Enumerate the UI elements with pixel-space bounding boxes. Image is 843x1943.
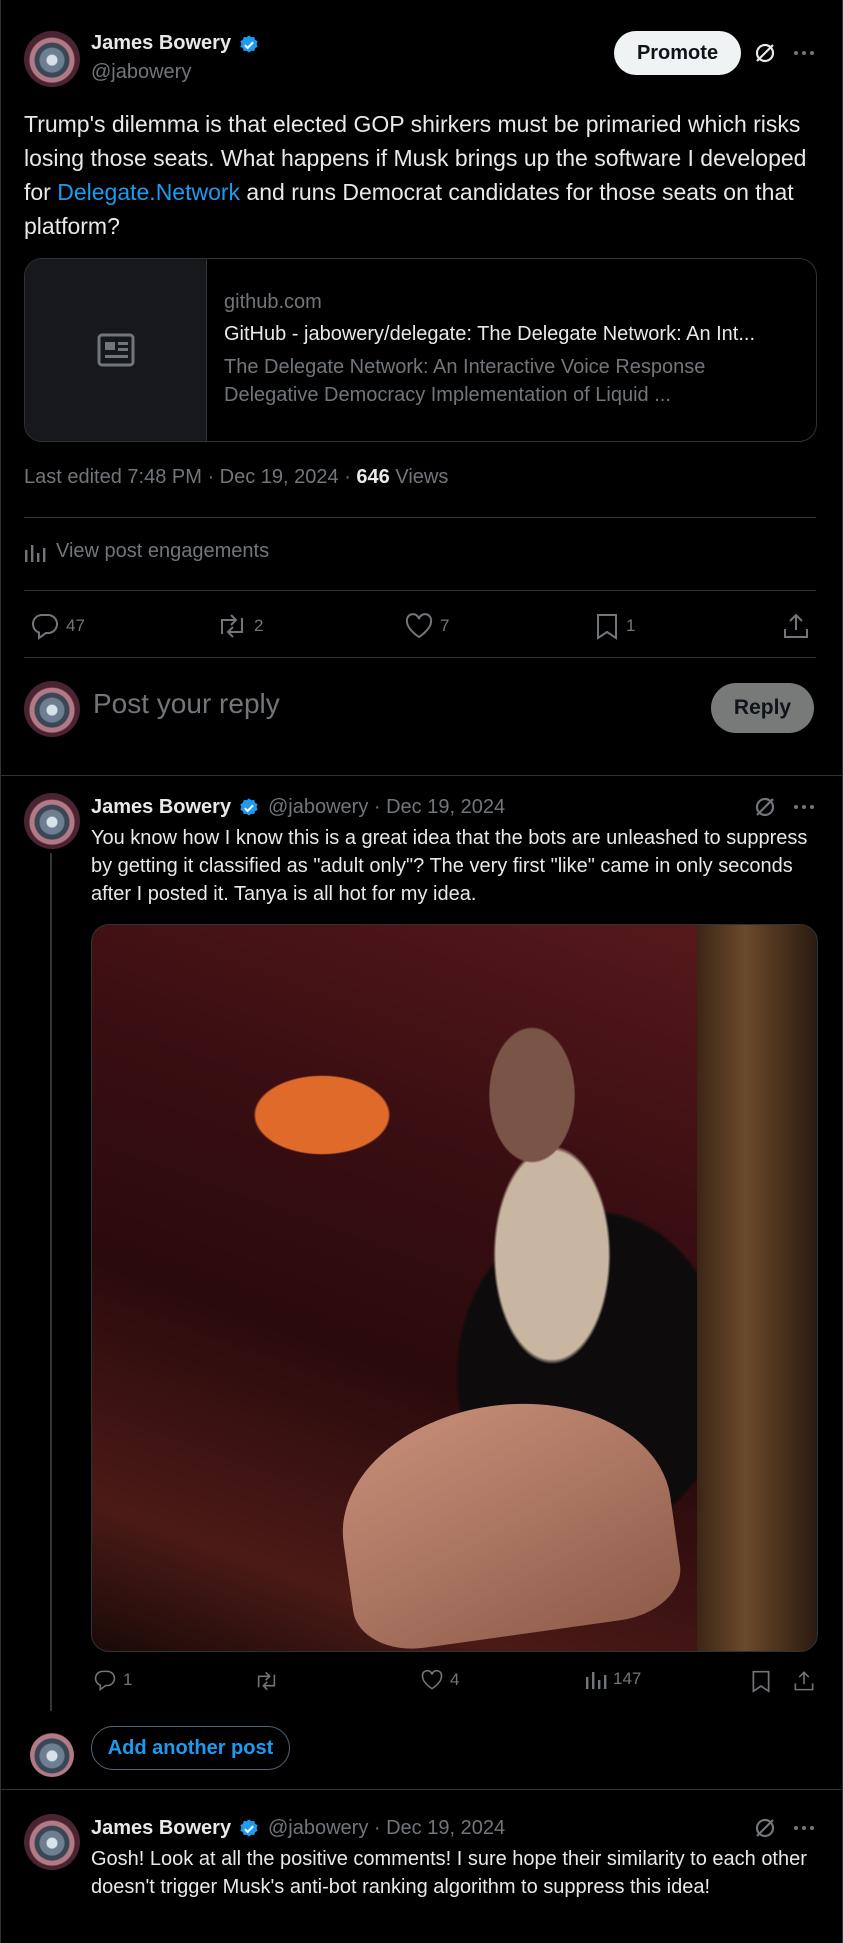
post-meta: Last edited 7:48 PM · Dec 19, 2024 · 646… xyxy=(24,466,449,488)
analytics-icon xyxy=(586,1672,607,1689)
grok-icon[interactable] xyxy=(753,1816,777,1840)
reply-icon xyxy=(94,1670,116,1691)
heart-icon xyxy=(421,1669,443,1690)
handle-and-date[interactable]: @jabowery · Dec 19, 2024 xyxy=(268,796,505,819)
like-action[interactable]: 4 xyxy=(420,1669,459,1691)
view-engagements-link[interactable]: View post engagements xyxy=(24,540,269,563)
divider xyxy=(24,590,816,591)
grok-icon[interactable] xyxy=(753,41,777,65)
bookmark-icon xyxy=(597,614,617,640)
promote-button[interactable]: Promote xyxy=(614,31,741,75)
grok-icon[interactable] xyxy=(753,795,777,819)
photo-background xyxy=(697,925,817,1651)
divider xyxy=(0,1789,843,1790)
more-options-icon[interactable] xyxy=(794,805,814,809)
share-icon[interactable] xyxy=(782,612,810,640)
card-domain: github.com xyxy=(224,291,322,313)
analytics-icon xyxy=(25,544,46,562)
bookmark-action[interactable]: 1 xyxy=(594,612,635,640)
add-another-post-button[interactable]: Add another post xyxy=(91,1726,290,1770)
card-title: GitHub - jabowery/delegate: The Delegate… xyxy=(224,323,756,345)
divider xyxy=(24,657,816,658)
like-action[interactable]: 7 xyxy=(404,612,449,640)
heart-icon xyxy=(405,613,433,639)
verified-badge-icon[interactable] xyxy=(238,1818,260,1840)
photo-subject xyxy=(327,1383,687,1651)
reply-text: Gosh! Look at all the positive comments!… xyxy=(91,1848,807,1898)
avatar[interactable] xyxy=(24,793,80,849)
repost-icon[interactable] xyxy=(253,1670,280,1692)
reply-icon xyxy=(31,613,58,640)
author-name[interactable]: James Bowery xyxy=(91,1817,231,1840)
post-photo[interactable] xyxy=(91,924,818,1652)
bookmark-icon[interactable] xyxy=(750,1669,772,1693)
edited-timestamp[interactable]: Last edited 7:48 PM · Dec 19, 2024 · xyxy=(24,466,356,488)
divider xyxy=(24,517,816,518)
card-thumbnail xyxy=(25,259,207,441)
divider xyxy=(0,775,843,776)
author-handle[interactable]: @jabowery xyxy=(91,61,191,84)
reply-input[interactable]: Post your reply xyxy=(93,688,280,720)
reply-button[interactable]: Reply xyxy=(711,683,814,733)
repost-action[interactable]: 2 xyxy=(216,612,263,640)
view-engagements-label: View post engagements xyxy=(56,540,270,562)
more-options-icon[interactable] xyxy=(794,1826,814,1830)
composer-avatar[interactable] xyxy=(24,681,80,737)
link-preview-card[interactable]: github.com GitHub - jabowery/delegate: T… xyxy=(24,258,817,442)
views-action[interactable]: 147 xyxy=(585,1669,641,1689)
post-text: Trump's dilemma is that elected GOP shir… xyxy=(24,111,807,239)
card-description: The Delegate Network: An Interactive Voi… xyxy=(224,356,706,406)
author-name[interactable]: James Bowery xyxy=(91,796,231,819)
reply-action[interactable]: 47 xyxy=(30,612,85,640)
repost-icon xyxy=(221,614,243,638)
share-icon[interactable] xyxy=(793,1669,815,1693)
author-name[interactable]: James Bowery xyxy=(91,32,231,55)
handle-and-date[interactable]: @jabowery · Dec 19, 2024 xyxy=(268,1817,505,1840)
small-avatar[interactable] xyxy=(30,1733,74,1777)
avatar[interactable] xyxy=(24,31,80,87)
reply-text: You know how I know this is a great idea… xyxy=(91,827,808,905)
thread-connector-line xyxy=(50,853,52,1711)
delegate-network-link[interactable]: Delegate.Network xyxy=(57,179,240,205)
views-count: 646 xyxy=(356,466,390,488)
reply-action[interactable]: 1 xyxy=(93,1669,132,1691)
article-icon xyxy=(97,333,134,367)
avatar[interactable] xyxy=(24,1814,80,1870)
verified-badge-icon[interactable] xyxy=(238,797,260,819)
verified-badge-icon[interactable] xyxy=(238,34,260,56)
more-options-icon[interactable] xyxy=(794,51,814,55)
